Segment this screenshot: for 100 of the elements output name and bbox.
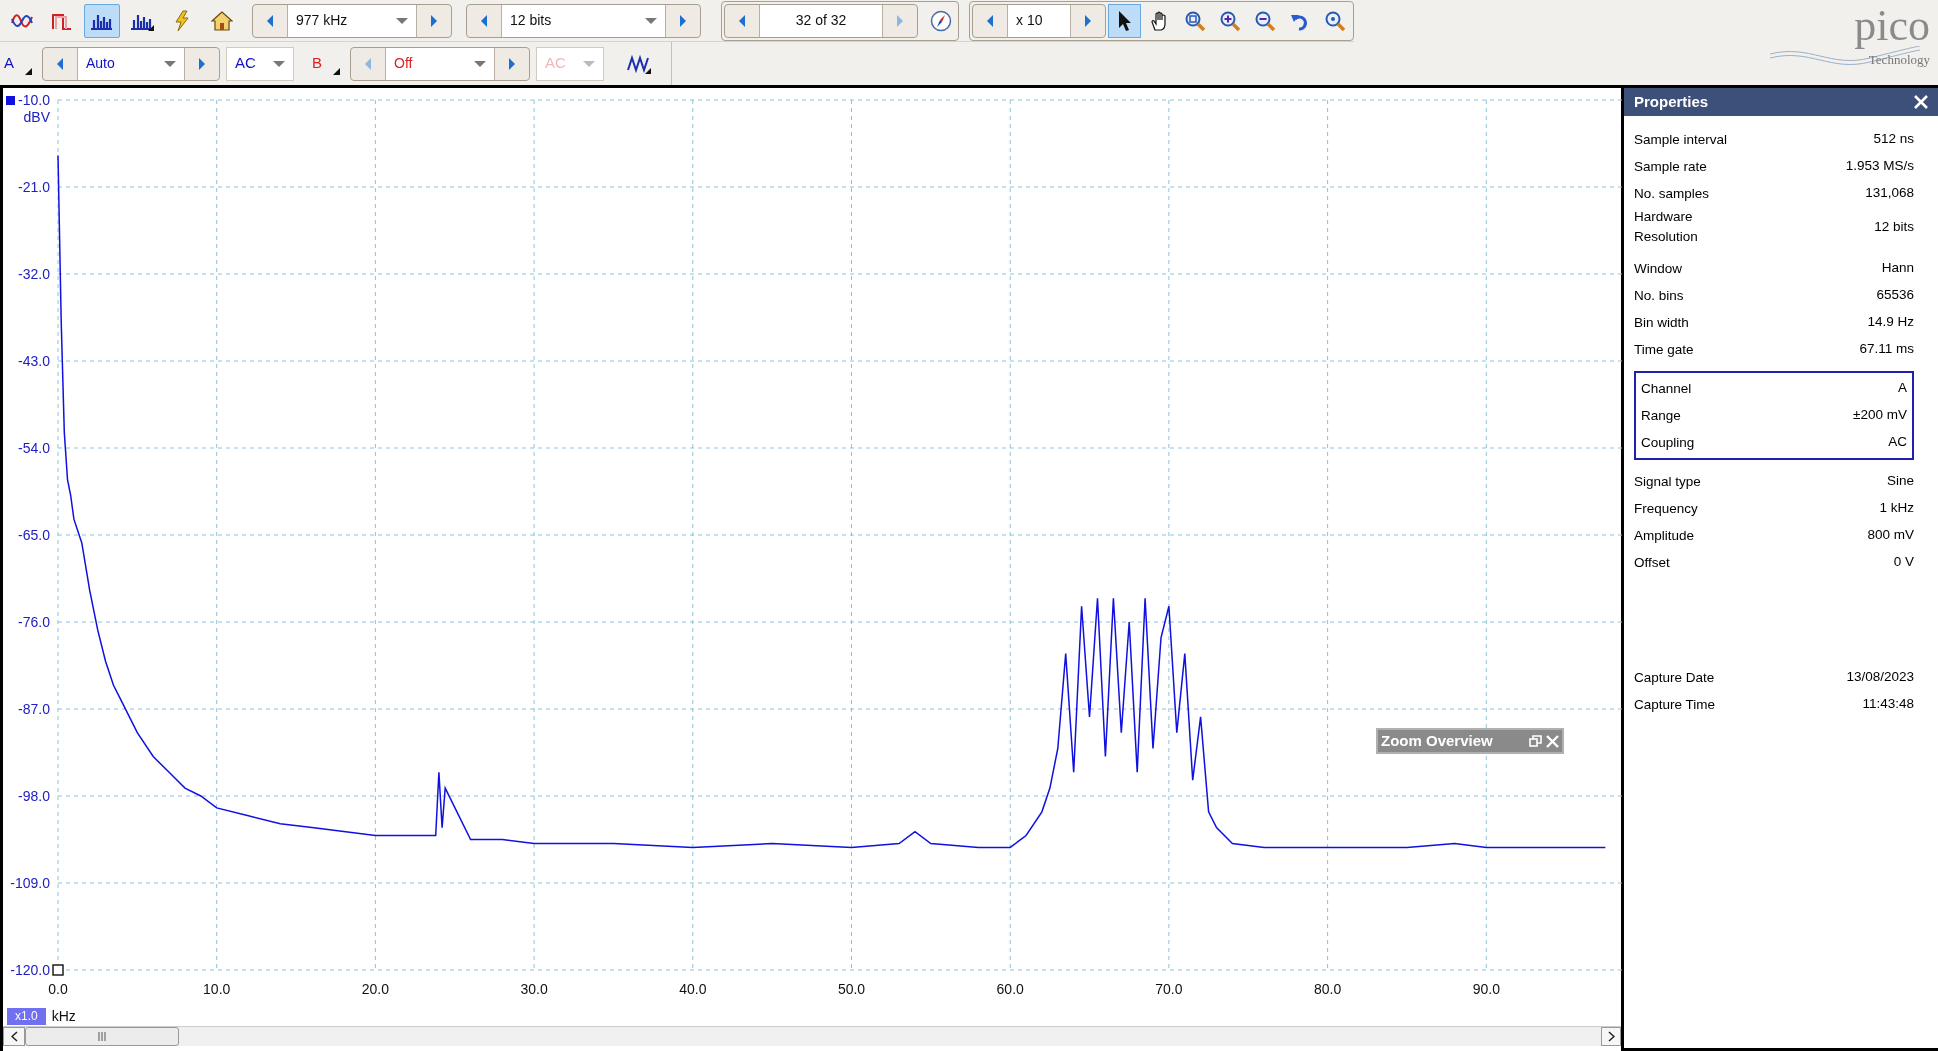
range-dropdown[interactable]: Off [385, 47, 495, 80]
property-label: Channel [1641, 379, 1692, 398]
zoom-factor-field[interactable]: x 10 [1007, 4, 1071, 37]
buffer-field[interactable]: 32 of 32 [759, 4, 883, 37]
channel-marker-icon [6, 96, 15, 105]
zoom-reset-icon [1323, 9, 1346, 32]
right-arrow-icon [897, 14, 903, 27]
caret-icon [474, 60, 486, 67]
corner-arrow-icon [333, 67, 340, 75]
range-dropdown[interactable]: Auto [77, 47, 185, 80]
left-arrow-icon [481, 14, 487, 27]
x-tick-label: 50.0 [837, 981, 866, 997]
property-label: No. bins [1634, 286, 1684, 305]
panel-title: Properties [1634, 91, 1709, 112]
scrollbar-thumb[interactable] [25, 1027, 179, 1046]
zoom-overview-title: Zoom Overview [1381, 730, 1493, 751]
left-arrow-icon [57, 57, 63, 70]
sine-wave-icon [11, 12, 33, 29]
property-label: Coupling [1641, 433, 1695, 452]
coupling-dropdown[interactable]: AC [226, 46, 294, 81]
property-label: Window [1634, 259, 1682, 278]
corner-arrow-icon [25, 67, 32, 75]
property-value: 131,068 [1865, 184, 1914, 203]
tool-button[interactable] [1108, 3, 1141, 38]
x-tick-label: 10.0 [203, 981, 231, 997]
caret-icon [396, 17, 408, 24]
property-label: Offset [1634, 553, 1670, 572]
grip-icon [98, 1032, 106, 1041]
right-arrow-icon [509, 57, 515, 70]
x-tick-label: 70.0 [1155, 981, 1183, 997]
origin-marker-icon [52, 964, 64, 976]
resolution-dropdown[interactable]: 12 bits [501, 4, 666, 37]
x-tick-label: 40.0 [679, 981, 707, 997]
property-value: Hann [1881, 259, 1914, 278]
property-label: Range [1641, 406, 1681, 425]
property-value: 14.9 Hz [1867, 313, 1914, 332]
property-label: Bin width [1634, 313, 1689, 332]
home-icon [211, 10, 233, 31]
x-tick-label: 90.0 [1472, 981, 1500, 997]
close-icon[interactable] [1546, 734, 1559, 748]
property-value: 512 ns [1873, 130, 1914, 149]
y-tick-label: -98.0 [18, 788, 50, 804]
scroll-right-button[interactable] [1601, 1027, 1621, 1046]
zoom-level-badge: x1.0 [7, 1007, 46, 1025]
property-value: 12 bits [1874, 217, 1914, 236]
y-tick-label: -65.0 [18, 527, 50, 543]
property-label: Sample interval [1634, 130, 1728, 149]
zoom-out-icon [1253, 9, 1276, 32]
property-value: ±200 mV [1853, 406, 1907, 425]
pointer-icon [1116, 9, 1133, 32]
left-arrow-icon [267, 14, 273, 27]
y-tick-label: -43.0 [18, 353, 50, 369]
property-value: 11:43:48 [1862, 695, 1914, 714]
right-arrow-icon [431, 14, 437, 27]
property-value: 1 kHz [1879, 499, 1914, 518]
left-arrow-icon [365, 57, 371, 70]
horizontal-scrollbar[interactable] [3, 1026, 1621, 1046]
channel-button[interactable]: A [4, 46, 36, 81]
scroll-left-button[interactable] [3, 1027, 25, 1046]
caret-icon [164, 60, 176, 67]
property-label: No. samples [1634, 184, 1710, 203]
property-value: AC [1888, 433, 1907, 452]
logo-tagline: Technology [1868, 52, 1930, 68]
right-arrow-icon [199, 57, 205, 70]
y-tick-label: -10.0 [18, 92, 50, 108]
chevron-right-icon [1607, 1031, 1615, 1042]
property-value: 67.11 ms [1859, 340, 1914, 359]
property-label: Frequency [1634, 499, 1698, 518]
y-tick-label: -32.0 [18, 266, 50, 282]
close-icon[interactable] [1914, 95, 1928, 109]
view-mode-button[interactable] [84, 3, 120, 38]
y-tick-label: -21.0 [18, 179, 50, 195]
channel-button[interactable]: B [312, 46, 344, 81]
x-tick-label: 20.0 [361, 981, 389, 997]
y-tick-label: -54.0 [18, 440, 50, 456]
timebase-dropdown[interactable]: 977 kHz [287, 4, 417, 37]
logo-wordmark: pico [1854, 0, 1930, 52]
x-tick-label: 30.0 [520, 981, 548, 997]
property-value: Sine [1886, 472, 1914, 491]
left-arrow-icon [739, 14, 745, 27]
right-arrow-icon [680, 14, 686, 27]
y-axis-unit: dBV [23, 109, 50, 125]
property-label: Capture Time [1634, 695, 1716, 714]
property-value: 0 V [1893, 553, 1914, 572]
y-tick-label: -76.0 [18, 614, 50, 630]
left-arrow-icon [987, 14, 993, 27]
property-label: Amplitude [1634, 526, 1695, 545]
caret-icon [645, 17, 657, 24]
property-label: Sample rate [1634, 157, 1707, 176]
square-wave-icon [52, 11, 72, 30]
chevron-left-icon [10, 1031, 18, 1042]
lightning-icon [173, 9, 191, 32]
caret-icon [273, 60, 285, 67]
y-tick-label: -87.0 [18, 701, 50, 717]
restore-icon[interactable] [1529, 735, 1542, 747]
waveform-icon [627, 53, 651, 74]
property-value: 800 mV [1867, 526, 1914, 545]
y-tick-label: -120.0 [10, 962, 50, 978]
property-label: Time gate [1634, 340, 1694, 359]
right-arrow-icon [1085, 14, 1091, 27]
